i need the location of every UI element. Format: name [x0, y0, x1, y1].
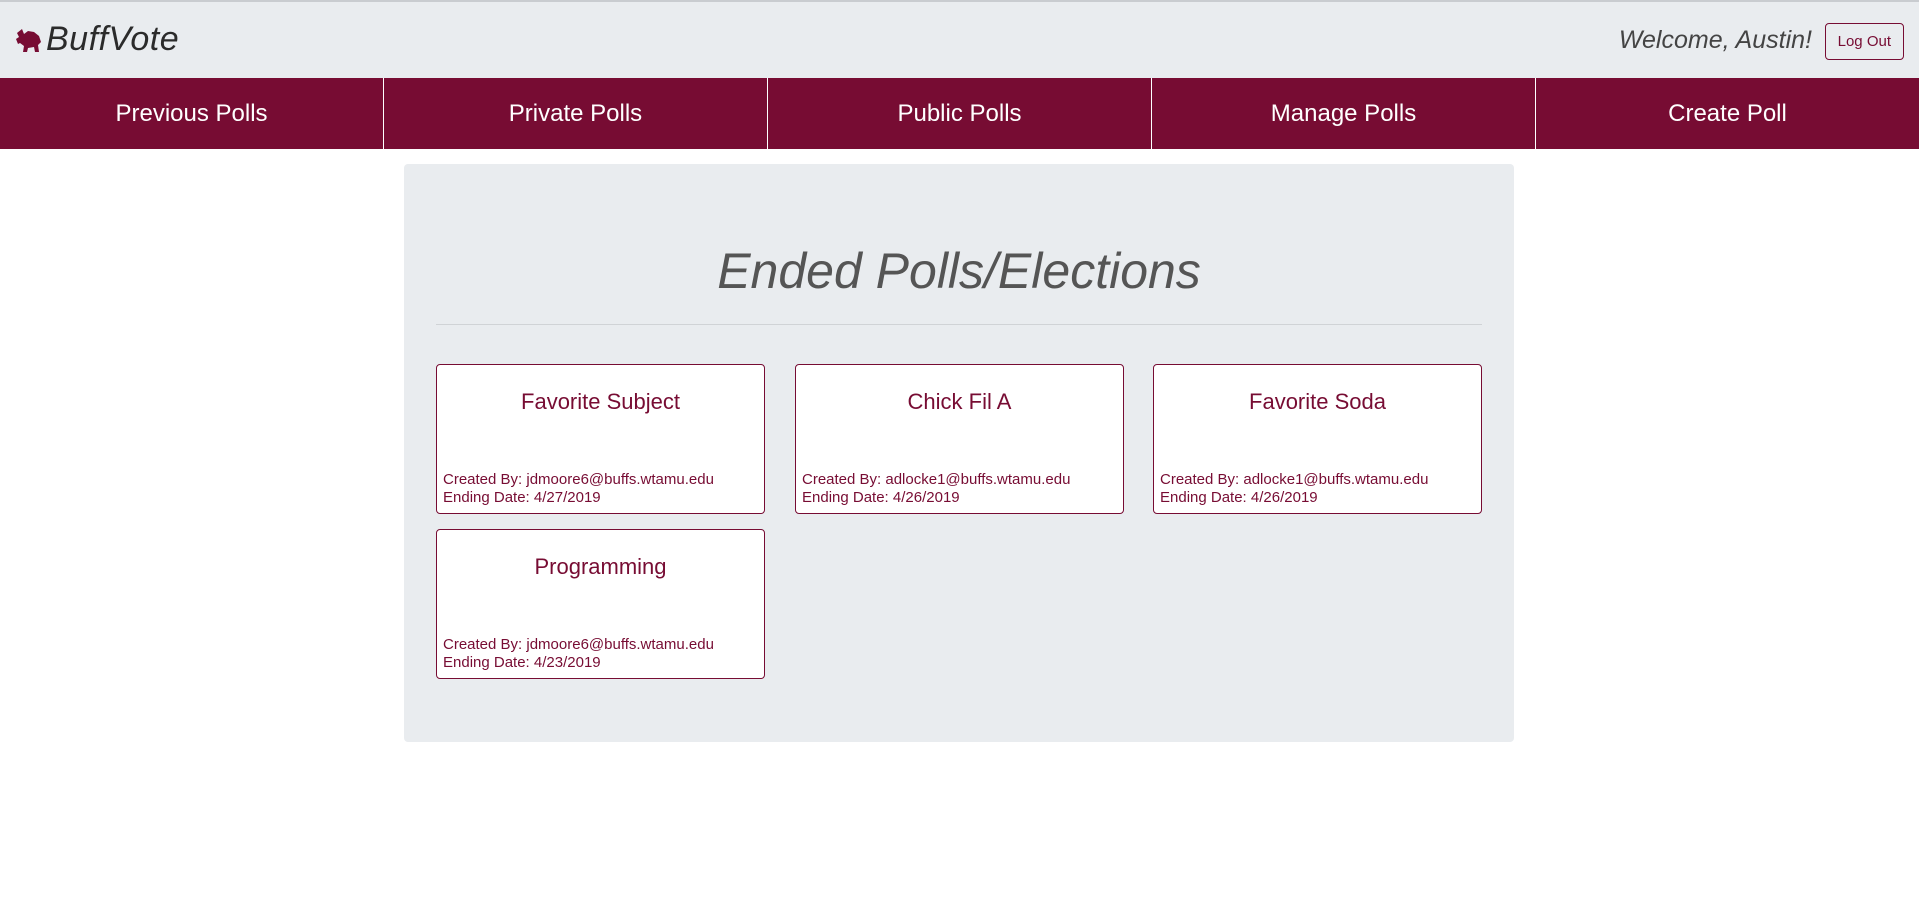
- brand-link[interactable]: BuffVote: [14, 20, 179, 59]
- poll-meta: Created By: jdmoore6@buffs.wtamu.edu End…: [443, 471, 714, 507]
- poll-ending-date: Ending Date: 4/26/2019: [802, 489, 960, 506]
- poll-card[interactable]: Favorite Subject Created By: jdmoore6@bu…: [436, 364, 765, 514]
- nav-public-polls[interactable]: Public Polls: [768, 78, 1152, 149]
- buffalo-logo-icon: [14, 25, 44, 55]
- poll-title: Chick Fil A: [907, 389, 1012, 414]
- poll-ending-date: Ending Date: 4/23/2019: [443, 654, 601, 671]
- title-divider: [436, 324, 1482, 325]
- brand-name: BuffVote: [46, 20, 180, 58]
- nav-create-poll[interactable]: Create Poll: [1536, 78, 1919, 149]
- page-title: Ended Polls/Elections: [717, 243, 1201, 299]
- main-nav: Previous Polls Private Polls Public Poll…: [0, 78, 1919, 149]
- poll-card[interactable]: Favorite Soda Created By: adlocke1@buffs…: [1153, 364, 1482, 514]
- poll-title: Favorite Soda: [1249, 389, 1386, 414]
- poll-card[interactable]: Programming Created By: jdmoore6@buffs.w…: [436, 529, 765, 679]
- nav-manage-polls[interactable]: Manage Polls: [1152, 78, 1536, 149]
- poll-ending-date: Ending Date: 4/27/2019: [443, 489, 601, 506]
- poll-created-by: Created By: adlocke1@buffs.wtamu.edu: [1160, 471, 1429, 488]
- welcome-message: Welcome, Austin!: [1618, 26, 1812, 54]
- poll-created-by: Created By: jdmoore6@buffs.wtamu.edu: [443, 636, 714, 653]
- poll-meta: Created By: adlocke1@buffs.wtamu.edu End…: [802, 471, 1070, 507]
- poll-meta: Created By: adlocke1@buffs.wtamu.edu End…: [1160, 471, 1428, 507]
- logout-button[interactable]: Log Out: [1824, 23, 1904, 60]
- poll-card[interactable]: Chick Fil A Created By: adlocke1@buffs.w…: [795, 364, 1124, 514]
- poll-created-by: Created By: adlocke1@buffs.wtamu.edu: [802, 471, 1071, 488]
- nav-private-polls[interactable]: Private Polls: [384, 78, 768, 149]
- nav-previous-polls[interactable]: Previous Polls: [0, 78, 384, 149]
- poll-title: Favorite Subject: [521, 389, 680, 414]
- poll-created-by: Created By: jdmoore6@buffs.wtamu.edu: [443, 471, 714, 488]
- poll-ending-date: Ending Date: 4/26/2019: [1160, 489, 1318, 506]
- poll-meta: Created By: jdmoore6@buffs.wtamu.edu End…: [443, 636, 714, 672]
- ended-polls-panel: Ended Polls/Elections Favorite Subject C…: [404, 164, 1514, 742]
- poll-title: Programming: [534, 554, 667, 579]
- top-header: BuffVote Welcome, Austin! Log Out: [0, 0, 1919, 78]
